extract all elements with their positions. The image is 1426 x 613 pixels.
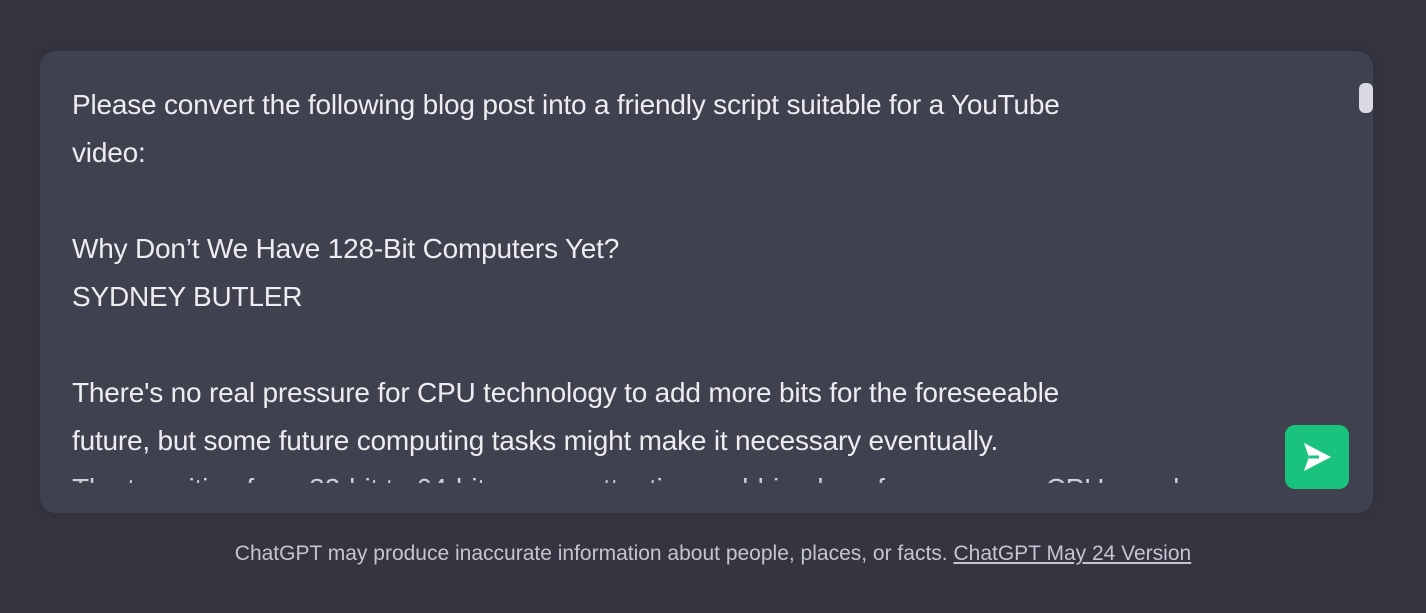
send-button[interactable] [1285, 425, 1349, 489]
textarea-scrollbar-thumb[interactable] [1359, 83, 1373, 113]
footer-disclaimer: ChatGPT may produce inaccurate informati… [0, 540, 1426, 568]
paper-plane-send-icon [1300, 440, 1334, 474]
version-link[interactable]: ChatGPT May 24 Version [953, 542, 1191, 565]
chat-page: Please convert the following blog post i… [0, 0, 1426, 613]
prompt-composer[interactable]: Please convert the following blog post i… [40, 51, 1373, 513]
disclaimer-text: ChatGPT may produce inaccurate informati… [234, 542, 948, 565]
prompt-textarea[interactable]: Please convert the following blog post i… [72, 81, 1252, 483]
